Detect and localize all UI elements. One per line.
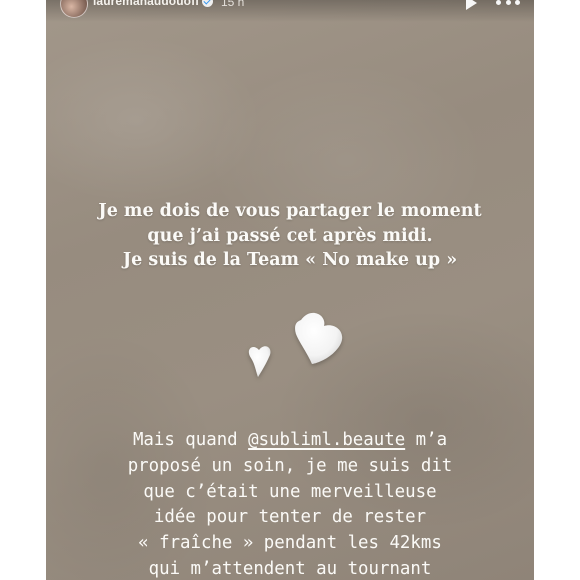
story-header: lauremanaudouoff 15 h: [46, 0, 534, 22]
body-line: proposé un soin, je me suis dit: [127, 455, 453, 476]
headline-line: Je me dois de vous partager le moment: [98, 201, 482, 221]
headline-line: Je suis de la Team « No make up »: [122, 250, 458, 270]
body-text-segment: Mais quand: [132, 430, 249, 450]
body-line: « fraîche » pendant les 42kms: [138, 533, 442, 554]
mention-link[interactable]: @subliml.beaute: [248, 430, 405, 450]
story-timestamp: 15 h: [221, 0, 245, 9]
hearts-sticker: [248, 312, 343, 377]
body-line: idée pour tenter de rester: [153, 507, 427, 528]
body-line: Mais quand @subliml.beaute m’a: [46, 428, 534, 454]
body-line: que c’était une merveilleuse: [143, 481, 437, 502]
more-options-icon[interactable]: [496, 0, 520, 6]
story-username[interactable]: lauremanaudouoff: [93, 0, 199, 8]
headline-line: que j’ai passé cet après midi.: [147, 225, 433, 246]
small-heart-icon: [248, 346, 271, 377]
body-text-segment: m’a: [405, 430, 448, 450]
body-line: qui m’attendent au tournant: [148, 558, 432, 579]
story-headline-text: Je me dois de vous partager le moment qu…: [46, 199, 534, 273]
play-icon[interactable]: [466, 0, 477, 10]
verified-badge-icon: [202, 0, 213, 7]
large-heart-icon: [295, 312, 343, 364]
profile-avatar[interactable]: [60, 0, 88, 18]
story-body-text: Mais quand @subliml.beaute m’a proposé u…: [46, 428, 534, 580]
story-viewer[interactable]: lauremanaudouoff 15 h Je me dois de vous…: [46, 0, 534, 580]
